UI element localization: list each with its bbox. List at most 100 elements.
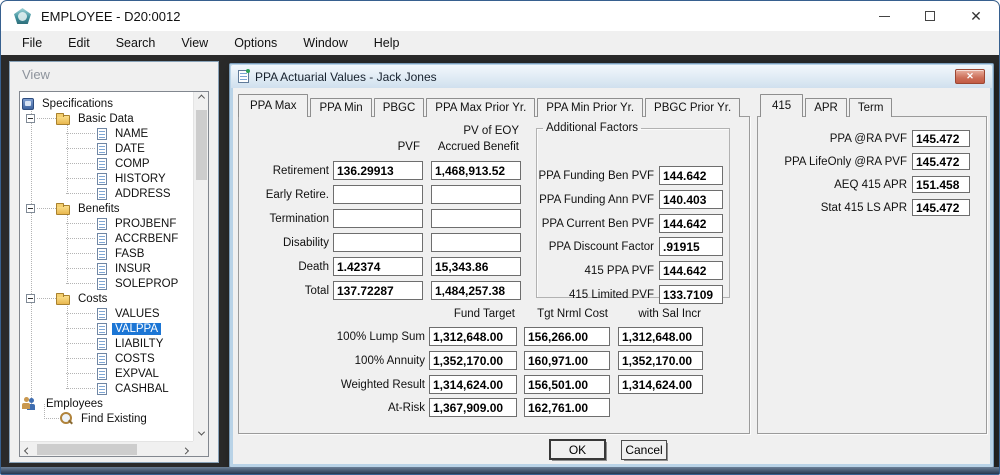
scroll-left-icon[interactable]	[20, 442, 35, 457]
tree-item-projbenf[interactable]: PROJBENF	[20, 216, 193, 231]
menu-item-window[interactable]: Window	[290, 36, 360, 50]
apr-value-field[interactable]: 151.458	[912, 176, 970, 193]
dialog-close-button[interactable]: ✕	[955, 69, 985, 84]
accrued-benefit-field[interactable]	[431, 233, 521, 252]
ok-button[interactable]: OK	[549, 439, 606, 460]
tree-item-accrbenf[interactable]: ACCRBENF	[20, 231, 193, 246]
folder-icon	[56, 293, 70, 305]
accrued-benefit-field[interactable]	[431, 209, 521, 228]
scroll-up-icon[interactable]	[194, 92, 209, 107]
tab-ppa-max[interactable]: PPA Max	[238, 94, 309, 117]
tab-pbgc-prior-yr[interactable]: PBGC Prior Yr.	[645, 98, 741, 117]
scroll-right-icon[interactable]	[178, 442, 193, 457]
tree-item-address[interactable]: ADDRESS	[20, 186, 193, 201]
cost-value-field[interactable]: 1,312,648.00	[618, 327, 703, 346]
apr-value-field[interactable]: 145.472	[912, 199, 970, 216]
menu-item-help[interactable]: Help	[361, 36, 413, 50]
tree-item-name[interactable]: NAME	[20, 126, 193, 141]
vertical-scroll-thumb[interactable]	[195, 110, 207, 180]
minimize-icon	[878, 15, 890, 17]
tree-item-comp[interactable]: COMP	[20, 156, 193, 171]
tree-item-costs[interactable]: Costs	[20, 291, 193, 306]
cost-value-field[interactable]: 1,314,624.00	[429, 375, 517, 394]
tree-item-history[interactable]: HISTORY	[20, 171, 193, 186]
tree-item-label: ADDRESS	[115, 187, 171, 200]
vertical-scrollbar[interactable]	[193, 92, 208, 441]
tab-pbgc[interactable]: PBGC	[373, 98, 425, 117]
cost-value-field[interactable]: 156,266.00	[524, 327, 610, 346]
pvf-value-field[interactable]: 137.72287	[333, 281, 423, 300]
tree-item-fasb[interactable]: FASB	[20, 246, 193, 261]
cost-value-field[interactable]: 1,367,909.00	[429, 398, 517, 417]
expander-minus-icon[interactable]	[26, 114, 35, 123]
tree-item-label: CASHBAL	[115, 382, 169, 395]
accrued-benefit-field[interactable]: 15,343.86	[431, 257, 521, 276]
apr-value-field[interactable]: 145.472	[912, 153, 970, 170]
cost-value-field[interactable]: 1,314,624.00	[618, 375, 703, 394]
pvf-value-field[interactable]	[333, 233, 423, 252]
maximize-button[interactable]	[907, 1, 953, 31]
horizontal-scrollbar[interactable]	[20, 441, 193, 456]
factor-value-field[interactable]: 144.642	[659, 214, 723, 233]
horizontal-scroll-thumb[interactable]	[37, 443, 137, 455]
scroll-down-icon[interactable]	[194, 426, 209, 441]
apr-value-field[interactable]: 145.472	[912, 130, 970, 147]
tree-item-valppa[interactable]: VALPPA	[20, 321, 193, 336]
tree-item-expval[interactable]: EXPVAL	[20, 366, 193, 381]
factor-label: PPA Funding Ann PVF	[539, 193, 654, 206]
tree-item-cashbal[interactable]: CASHBAL	[20, 381, 193, 396]
tree-item-date[interactable]: DATE	[20, 141, 193, 156]
tree-item-label: Benefits	[78, 202, 120, 215]
tab-apr[interactable]: APR	[805, 98, 847, 117]
pvf-value-field[interactable]: 1.42374	[333, 257, 423, 276]
accrued-benefit-field[interactable]	[431, 185, 521, 204]
document-icon	[97, 337, 107, 350]
menu-bar: File Edit Search View Options Window Help	[1, 31, 999, 55]
cost-value-field[interactable]: 162,761.00	[524, 398, 610, 417]
minimize-button[interactable]	[861, 1, 907, 31]
tree-item-basic-data[interactable]: Basic Data	[20, 111, 193, 126]
col-header-fund-target: Fund Target	[453, 308, 515, 320]
cost-value-field[interactable]: 160,971.00	[524, 351, 610, 370]
pvf-value-field[interactable]	[333, 209, 423, 228]
pvf-value-field[interactable]	[333, 185, 423, 204]
tree-connector	[66, 388, 95, 389]
menu-item-view[interactable]: View	[168, 36, 221, 50]
document-icon	[97, 322, 107, 335]
tab-term[interactable]: Term	[848, 98, 893, 117]
factor-value-field[interactable]: 144.642	[659, 261, 723, 280]
cost-value-field[interactable]: 1,312,648.00	[429, 327, 517, 346]
factor-value-field[interactable]: 144.642	[659, 166, 723, 185]
close-button[interactable]: ✕	[953, 1, 999, 31]
tree-item-soleprop[interactable]: SOLEPROP	[20, 276, 193, 291]
tab-ppa-min[interactable]: PPA Min	[310, 98, 372, 117]
factor-value-field[interactable]: 140.403	[659, 190, 723, 209]
expander-minus-icon[interactable]	[26, 204, 35, 213]
tree-item-label: SOLEPROP	[115, 277, 179, 290]
pvf-value-field[interactable]: 136.29913	[333, 161, 423, 180]
factor-value-field[interactable]: 133.7109	[659, 285, 723, 304]
tree-item-specifications[interactable]: Specifications	[20, 96, 193, 111]
menu-item-options[interactable]: Options	[221, 36, 290, 50]
accrued-benefit-field[interactable]: 1,484,257.38	[431, 281, 521, 300]
tab-ppa-min-prior-yr[interactable]: PPA Min Prior Yr.	[537, 98, 644, 117]
accrued-benefit-field[interactable]: 1,468,913.52	[431, 161, 521, 180]
tree-item-benefits[interactable]: Benefits	[20, 201, 193, 216]
cost-value-field[interactable]: 1,352,170.00	[429, 351, 517, 370]
tree-item-costs[interactable]: COSTS	[20, 351, 193, 366]
tab-415[interactable]: 415	[760, 94, 804, 117]
tree-item-values[interactable]: VALUES	[20, 306, 193, 321]
expander-minus-icon[interactable]	[26, 294, 35, 303]
cancel-button[interactable]: Cancel	[621, 440, 667, 460]
tree-item-insur[interactable]: INSUR	[20, 261, 193, 276]
tree-item-liabilty[interactable]: LIABILTY	[20, 336, 193, 351]
cost-value-field[interactable]: 156,501.00	[524, 375, 610, 394]
menu-item-search[interactable]: Search	[103, 36, 169, 50]
factor-value-field[interactable]: .91915	[659, 237, 723, 256]
tab-ppa-max-prior-yr[interactable]: PPA Max Prior Yr.	[426, 98, 536, 117]
menu-item-file[interactable]: File	[9, 36, 55, 50]
tree-item-find-existing[interactable]: Find Existing	[20, 411, 193, 426]
menu-item-edit[interactable]: Edit	[55, 36, 103, 50]
tree-item-employees[interactable]: Employees	[20, 396, 193, 411]
cost-value-field[interactable]: 1,352,170.00	[618, 351, 703, 370]
